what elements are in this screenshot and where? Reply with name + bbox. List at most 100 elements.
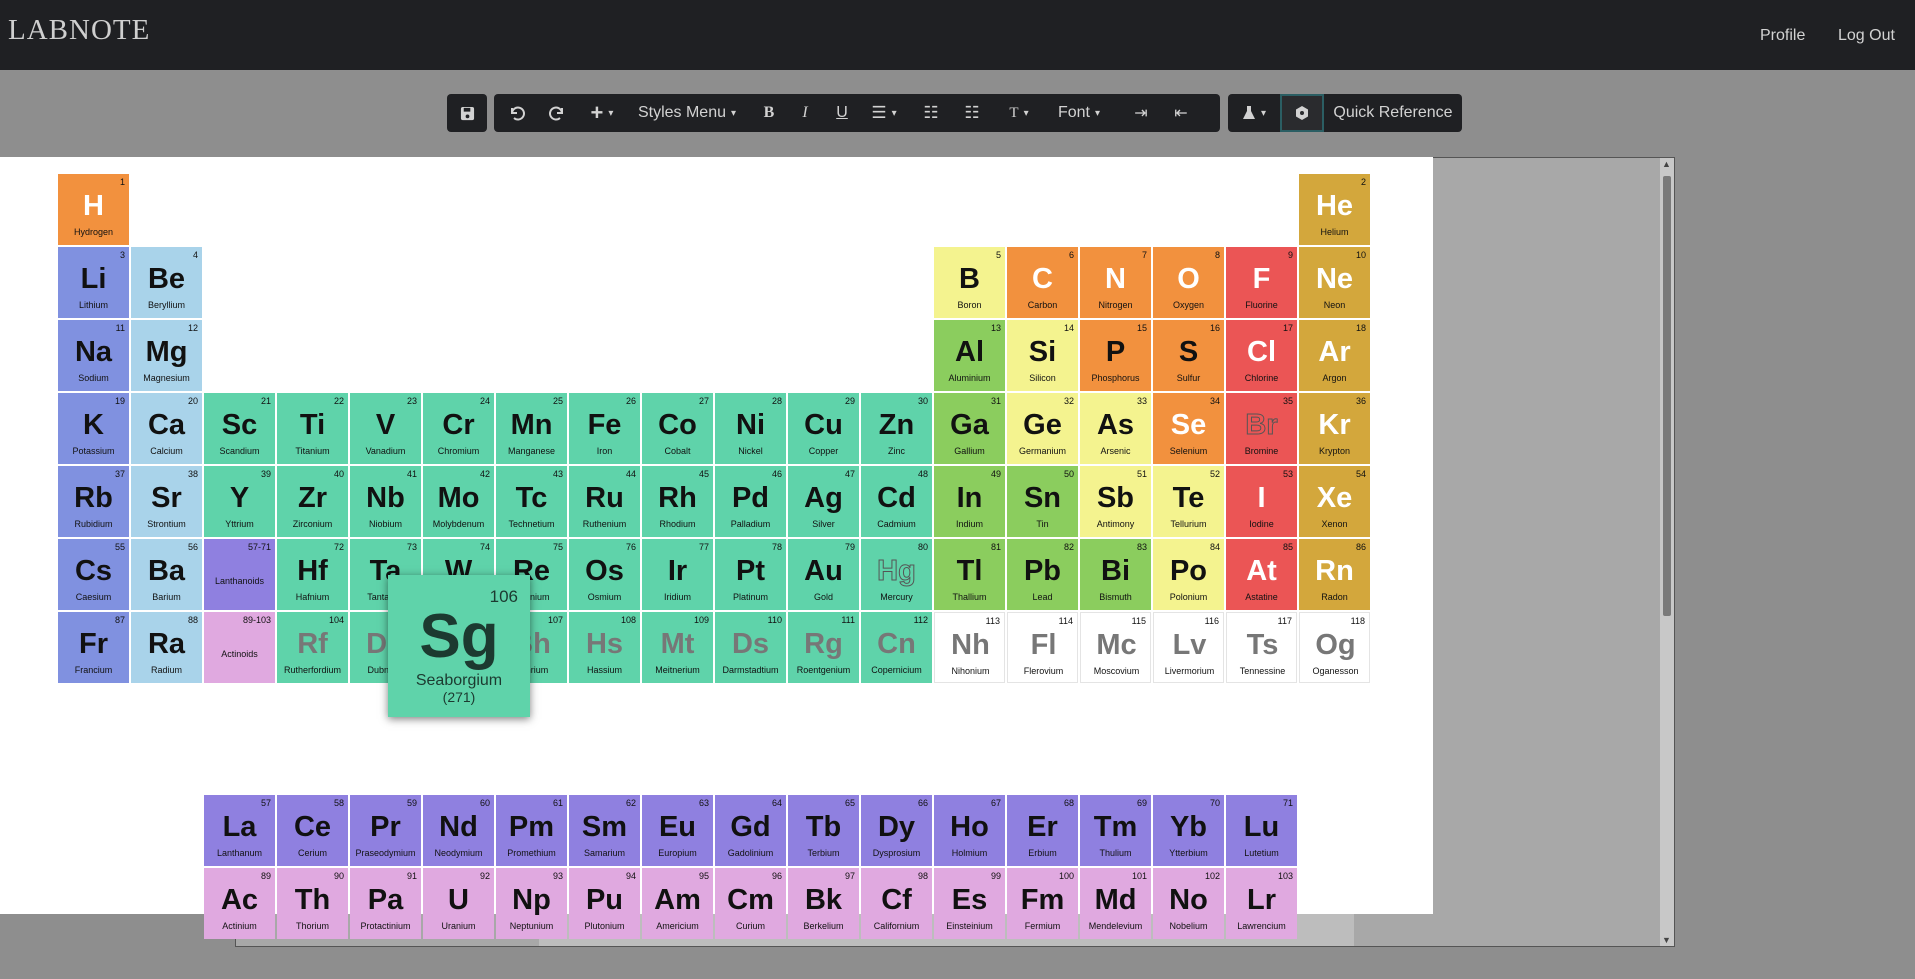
styles-menu-dropdown[interactable]: Styles Menu ▾ <box>632 94 742 132</box>
font-dropdown[interactable]: Font ▾ <box>1049 94 1109 132</box>
element-cell-si[interactable]: 14 Si Silicon <box>1007 320 1078 391</box>
element-cell-fe[interactable]: 26 Fe Iron <box>569 393 640 464</box>
element-cell-te[interactable]: 52 Te Tellurium <box>1153 466 1224 537</box>
outdent-button[interactable]: ⇤ <box>1164 94 1198 132</box>
numbered-list-button[interactable]: ☷ <box>955 94 989 132</box>
element-cell-pa[interactable]: 91 Pa Protactinium <box>350 868 421 939</box>
scroll-thumb[interactable] <box>1663 176 1671 616</box>
element-cell-la[interactable]: 57 La Lanthanum <box>204 795 275 866</box>
italic-button[interactable]: I <box>790 94 820 132</box>
element-cell-bk[interactable]: 97 Bk Berkelium <box>788 868 859 939</box>
element-cell-he[interactable]: 2 He Helium <box>1299 174 1370 245</box>
element-cell-md[interactable]: 101 Md Mendelevium <box>1080 868 1151 939</box>
element-cell-th[interactable]: 90 Th Thorium <box>277 868 348 939</box>
element-cell-pd[interactable]: 46 Pd Palladium <box>715 466 786 537</box>
element-cell-pb[interactable]: 82 Pb Lead <box>1007 539 1078 610</box>
element-cell-i[interactable]: 53 I Iodine <box>1226 466 1297 537</box>
indent-button[interactable]: ⇥ <box>1124 94 1158 132</box>
element-cell-cl[interactable]: 17 Cl Chlorine <box>1226 320 1297 391</box>
element-cell-ar[interactable]: 18 Ar Argon <box>1299 320 1370 391</box>
element-cell-lv[interactable]: 116 Lv Livermorium <box>1153 612 1224 683</box>
element-cell-ge[interactable]: 32 Ge Germanium <box>1007 393 1078 464</box>
element-cell-yb[interactable]: 70 Yb Ytterbium <box>1153 795 1224 866</box>
element-cell-ba[interactable]: 56 Ba Barium <box>131 539 202 610</box>
element-cell-cn[interactable]: 112 Cn Copernicium <box>861 612 932 683</box>
logout-link[interactable]: Log Out <box>1838 27 1895 45</box>
element-cell-v[interactable]: 23 V Vanadium <box>350 393 421 464</box>
element-cell-mt[interactable]: 109 Mt Meitnerium <box>642 612 713 683</box>
element-cell-na[interactable]: 11 Na Sodium <box>58 320 129 391</box>
element-cell-po[interactable]: 84 Po Polonium <box>1153 539 1224 610</box>
element-cell-cf[interactable]: 98 Cf Californium <box>861 868 932 939</box>
element-cell-hs[interactable]: 108 Hs Hassium <box>569 612 640 683</box>
element-cell-as[interactable]: 33 As Arsenic <box>1080 393 1151 464</box>
element-cell-og[interactable]: 118 Og Oganesson <box>1299 612 1370 683</box>
align-dropdown[interactable]: ☰ ▾ <box>864 94 904 132</box>
element-cell-ds[interactable]: 110 Ds Darmstadtium <box>715 612 786 683</box>
element-cell-sn[interactable]: 50 Sn Tin <box>1007 466 1078 537</box>
element-cell-li[interactable]: 3 Li Lithium <box>58 247 129 318</box>
save-button[interactable] <box>447 94 487 132</box>
element-cell-eu[interactable]: 63 Eu Europium <box>642 795 713 866</box>
element-cell-kr[interactable]: 36 Kr Krypton <box>1299 393 1370 464</box>
element-cell-gd[interactable]: 64 Gd Gadolinium <box>715 795 786 866</box>
element-cell-am[interactable]: 95 Am Americium <box>642 868 713 939</box>
bullet-list-button[interactable]: ☷ <box>914 94 948 132</box>
scroll-up-icon[interactable]: ▲ <box>1662 159 1671 169</box>
element-cell-xe[interactable]: 54 Xe Xenon <box>1299 466 1370 537</box>
element-cell-mo[interactable]: 42 Mo Molybdenum <box>423 466 494 537</box>
element-cell-ga[interactable]: 31 Ga Gallium <box>934 393 1005 464</box>
element-cell-mn[interactable]: 25 Mn Manganese <box>496 393 567 464</box>
element-cell-al[interactable]: 13 Al Aluminium <box>934 320 1005 391</box>
element-cell-no[interactable]: 102 No Nobelium <box>1153 868 1224 939</box>
element-cell-ir[interactable]: 77 Ir Iridium <box>642 539 713 610</box>
element-cell-cu[interactable]: 29 Cu Copper <box>788 393 859 464</box>
scroll-down-icon[interactable]: ▼ <box>1662 935 1671 945</box>
undo-button[interactable] <box>500 94 534 132</box>
element-cell-tc[interactable]: 43 Tc Technetium <box>496 466 567 537</box>
redo-button[interactable] <box>540 94 574 132</box>
element-cell-nd[interactable]: 60 Nd Neodymium <box>423 795 494 866</box>
element-cell-rn[interactable]: 86 Rn Radon <box>1299 539 1370 610</box>
element-cell-s[interactable]: 16 S Sulfur <box>1153 320 1224 391</box>
element-cell-rh[interactable]: 45 Rh Rhodium <box>642 466 713 537</box>
element-cell-br[interactable]: 35 Br Bromine <box>1226 393 1297 464</box>
element-cell-sr[interactable]: 38 Sr Strontium <box>131 466 202 537</box>
brand-logo[interactable]: LABNOTE <box>8 14 150 47</box>
element-cell-tl[interactable]: 81 Tl Thallium <box>934 539 1005 610</box>
element-cell-sb[interactable]: 51 Sb Antimony <box>1080 466 1151 537</box>
element-cell-es[interactable]: 99 Es Einsteinium <box>934 868 1005 939</box>
lab-tools-dropdown[interactable]: ▾ <box>1232 94 1276 132</box>
element-cell-tm[interactable]: 69 Tm Thulium <box>1080 795 1151 866</box>
element-cell-co[interactable]: 27 Co Cobalt <box>642 393 713 464</box>
element-cell-ho[interactable]: 67 Ho Holmium <box>934 795 1005 866</box>
insert-dropdown[interactable]: + ▾ <box>582 94 622 132</box>
profile-link[interactable]: Profile <box>1760 27 1805 45</box>
element-cell-at[interactable]: 85 At Astatine <box>1226 539 1297 610</box>
element-cell-cr[interactable]: 24 Cr Chromium <box>423 393 494 464</box>
element-cell-hf[interactable]: 72 Hf Hafnium <box>277 539 348 610</box>
element-cell-k[interactable]: 19 K Potassium <box>58 393 129 464</box>
group-cell-actinoids[interactable]: 89-103 Actinoids <box>204 612 275 683</box>
element-cell-ni[interactable]: 28 Ni Nickel <box>715 393 786 464</box>
element-cell-ac[interactable]: 89 Ac Actinium <box>204 868 275 939</box>
element-cell-nh[interactable]: 113 Nh Nihonium <box>934 612 1005 683</box>
element-cell-mc[interactable]: 115 Mc Moscovium <box>1080 612 1151 683</box>
element-cell-sm[interactable]: 62 Sm Samarium <box>569 795 640 866</box>
element-cell-c[interactable]: 6 C Carbon <box>1007 247 1078 318</box>
element-cell-u[interactable]: 92 U Uranium <box>423 868 494 939</box>
element-cell-cm[interactable]: 96 Cm Curium <box>715 868 786 939</box>
element-cell-fr[interactable]: 87 Fr Francium <box>58 612 129 683</box>
element-cell-fl[interactable]: 114 Fl Flerovium <box>1007 612 1078 683</box>
element-cell-bi[interactable]: 83 Bi Bismuth <box>1080 539 1151 610</box>
quick-reference-button[interactable]: Quick Reference <box>1328 94 1458 132</box>
text-size-dropdown[interactable]: T ▾ <box>999 94 1039 132</box>
element-cell-ra[interactable]: 88 Ra Radium <box>131 612 202 683</box>
element-cell-cs[interactable]: 55 Cs Caesium <box>58 539 129 610</box>
element-cell-ti[interactable]: 22 Ti Titanium <box>277 393 348 464</box>
element-cell-f[interactable]: 9 F Fluorine <box>1226 247 1297 318</box>
element-cell-mg[interactable]: 12 Mg Magnesium <box>131 320 202 391</box>
element-cell-rf[interactable]: 104 Rf Rutherfordium <box>277 612 348 683</box>
element-cell-fm[interactable]: 100 Fm Fermium <box>1007 868 1078 939</box>
element-cell-b[interactable]: 5 B Boron <box>934 247 1005 318</box>
